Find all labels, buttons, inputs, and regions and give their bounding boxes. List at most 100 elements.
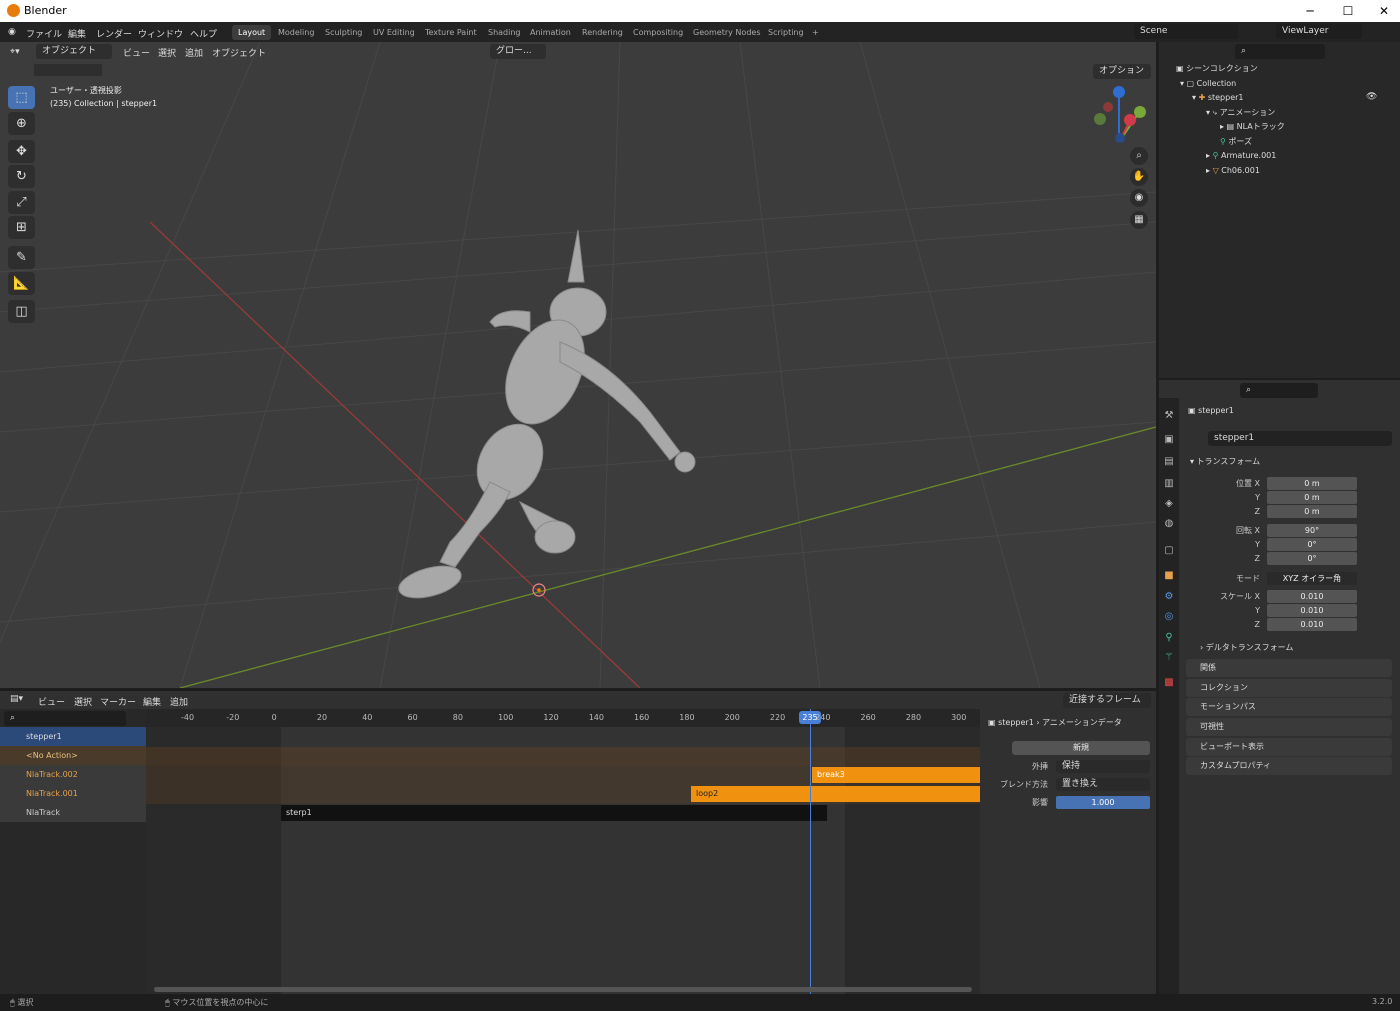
nla-menu-marker[interactable]: マーカー [100,695,136,708]
outliner-row-pose[interactable]: ⚲ ポーズ [1220,135,1252,149]
tab-animation[interactable]: Animation [524,25,577,40]
rotation-y-field[interactable]: 0° [1267,538,1357,551]
output-tab-icon[interactable]: ▤ [1163,456,1175,468]
relations-section[interactable]: 関係 [1186,659,1392,677]
viewport-menu-object[interactable]: オブジェクト [212,46,266,59]
rotation-z-field[interactable]: 0° [1267,552,1357,565]
scale-tool-icon[interactable]: ⤢ [8,191,35,214]
nla-strip-area[interactable]: break3 loop2 sterp1 235 [146,709,980,994]
outliner-row-stepper1[interactable]: ▾ ✚ stepper1 [1192,91,1244,105]
menu-file[interactable]: ファイル [26,27,62,40]
strip-break3[interactable]: break3 [812,767,980,783]
tab-scripting[interactable]: Scripting [762,25,810,40]
ortho-grid-icon[interactable]: ▦ [1130,211,1148,229]
menu-edit[interactable]: 編集 [68,27,86,40]
3d-viewport[interactable]: ⌖▾ オブジェクト ビュー 選択 追加 オブジェクト グロー... オプション … [0,42,1156,688]
delta-transform-section[interactable]: › デルタトランスフォーム [1200,642,1293,653]
scene-tab-icon[interactable]: ◈ [1163,498,1175,510]
maximize-button[interactable]: ☐ [1334,2,1362,20]
physics-tab-icon[interactable]: ◎ [1163,611,1175,623]
motion-paths-section[interactable]: モーションパス [1186,698,1392,716]
tab-geometry-nodes[interactable]: Geometry Nodes [687,25,766,40]
viewlayer-selector[interactable]: ViewLayer [1276,24,1362,39]
new-action-button[interactable]: 新規 [1012,741,1150,755]
outliner-row-armature[interactable]: ▸ ⚲ Armature.001 [1206,149,1276,163]
visibility-section[interactable]: 可視性 [1186,718,1392,736]
tool-tab-icon[interactable]: ⚒ [1163,410,1175,422]
custom-properties-section[interactable]: カスタムプロパティ [1186,757,1392,775]
cursor-tool-icon[interactable]: ⊕ [8,112,35,135]
location-y-field[interactable]: 0 m [1267,491,1357,504]
outliner-row-collection[interactable]: ▾ ▢ Collection [1180,77,1236,91]
options-dropdown[interactable]: オプション [1093,64,1151,79]
transform-tool-icon[interactable]: ⊞ [8,216,35,239]
tab-modeling[interactable]: Modeling [272,25,320,40]
tab-texture-paint[interactable]: Texture Paint [419,25,483,40]
object-tab-icon[interactable]: ■ [1163,570,1175,582]
zoom-icon[interactable]: ⌕ [1130,147,1148,165]
scale-z-field[interactable]: 0.010 [1267,618,1357,631]
collections-section[interactable]: コレクション [1186,679,1392,697]
add-cube-tool-icon[interactable]: ◫ [8,300,35,323]
rotate-tool-icon[interactable]: ↻ [8,165,35,188]
properties-search-input[interactable]: ⌕ [1240,383,1318,398]
minimize-button[interactable]: ─ [1296,2,1324,20]
influence-slider[interactable]: 1.000 [1056,796,1150,809]
playhead-line[interactable] [810,709,811,994]
nla-track-000[interactable]: NlaTrack [0,803,146,822]
rotation-x-field[interactable]: 90° [1267,524,1357,537]
nla-menu-view[interactable]: ビュー [38,695,65,708]
tab-shading[interactable]: Shading [482,25,527,40]
tab-compositing[interactable]: Compositing [627,25,689,40]
menu-help[interactable]: ヘルプ [190,27,217,40]
strip-loop2[interactable]: loop2 [691,786,980,802]
rotation-mode-dropdown[interactable]: XYZ オイラー角 [1267,572,1357,585]
outliner-search-input[interactable]: ⌕ [1235,44,1325,59]
nla-editor-type-icon[interactable]: ▤▾ [10,694,23,704]
nla-track-002[interactable]: NlaTrack.002 [0,765,146,784]
measure-tool-icon[interactable]: 📐 [8,272,35,295]
blend-mode-dropdown[interactable]: 置き換え [1056,778,1150,791]
blender-menu-icon[interactable]: ◉ [8,27,16,37]
outliner-row-mesh[interactable]: ▸ ▽ Ch06.001 [1206,164,1260,178]
annotate-tool-icon[interactable]: ✎ [8,246,35,269]
strip-sterp1[interactable]: sterp1 [281,805,827,821]
pan-hand-icon[interactable]: ✋ [1130,168,1148,186]
mode-selector[interactable]: オブジェクト [36,44,112,59]
tab-sculpting[interactable]: Sculpting [319,25,368,40]
horizontal-scrollbar[interactable] [154,987,972,992]
menu-render[interactable]: レンダー [96,27,132,40]
select-mode-buttons[interactable] [34,64,102,76]
transform-orientation-selector[interactable]: グロー... [490,44,546,59]
transform-section-header[interactable]: ▾ トランスフォーム [1190,456,1260,467]
object-name-field[interactable]: stepper1 [1208,431,1392,446]
texture-tab-icon[interactable]: ▩ [1163,677,1175,689]
collection-tab-icon[interactable]: ▢ [1163,545,1175,557]
camera-icon[interactable]: ◉ [1130,189,1148,207]
nla-track-001[interactable]: NlaTrack.001 [0,784,146,803]
viewport-menu-add[interactable]: 追加 [185,46,203,59]
scene-selector[interactable]: Scene [1134,24,1238,39]
nla-track-object[interactable]: stepper1 [0,727,146,746]
scale-y-field[interactable]: 0.010 [1267,604,1357,617]
scale-x-field[interactable]: 0.010 [1267,590,1357,603]
view-layer-tab-icon[interactable]: ▥ [1163,478,1175,490]
add-workspace-button[interactable]: + [806,25,825,40]
menu-window[interactable]: ウィンドウ [138,27,183,40]
location-x-field[interactable]: 0 m [1267,477,1357,490]
move-tool-icon[interactable]: ✥ [8,140,35,163]
editor-type-icon[interactable]: ⌖▾ [10,47,20,57]
visibility-eye-icon[interactable]: 👁 [1366,92,1377,102]
viewport-menu-select[interactable]: 選択 [158,46,176,59]
tab-rendering[interactable]: Rendering [576,25,629,40]
modifier-tab-icon[interactable]: ⚙ [1163,591,1175,603]
close-button[interactable]: ✕ [1370,2,1398,20]
tab-layout[interactable]: Layout [232,25,272,40]
snap-mode-dropdown[interactable]: 近接するフレーム [1063,693,1151,708]
nla-menu-add[interactable]: 追加 [170,695,188,708]
object-data-tab-icon[interactable]: ⚲ [1163,632,1175,644]
location-z-field[interactable]: 0 m [1267,505,1357,518]
select-box-tool-icon[interactable]: ⬚ [8,86,35,109]
viewport-display-section[interactable]: ビューポート表示 [1186,738,1392,756]
nla-track-no-action[interactable]: <No Action> [0,746,146,765]
